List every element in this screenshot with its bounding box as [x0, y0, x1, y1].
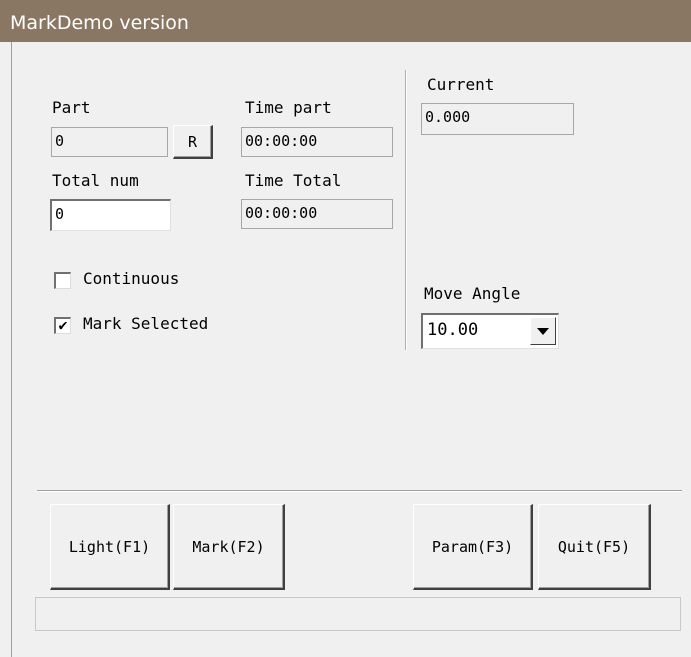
quit-button[interactable]: Quit(F5) — [538, 504, 651, 590]
title-bar: MarkDemo version — [0, 0, 691, 42]
status-bar — [35, 597, 681, 631]
mark-selected-checkbox[interactable]: ✔ — [54, 317, 71, 334]
vertical-divider — [405, 70, 406, 350]
checkmark-icon: ✔ — [58, 316, 68, 334]
main-window: MarkDemo version Part 0 R Time part 00:0… — [0, 0, 691, 657]
current-label: Current — [427, 75, 495, 94]
current-field: 0.000 — [421, 103, 574, 135]
horizontal-divider — [37, 490, 682, 491]
move-angle-label: Move Angle — [424, 284, 521, 303]
total-num-input[interactable]: 0 — [50, 199, 171, 231]
move-angle-value: 10.00 — [427, 320, 479, 340]
light-button[interactable]: Light(F1) — [50, 504, 170, 590]
time-total-field: 00:00:00 — [241, 199, 393, 229]
time-total-label: Time Total — [245, 171, 342, 190]
continuous-checkbox[interactable] — [54, 272, 71, 289]
reset-part-button[interactable]: R — [173, 125, 213, 159]
mark-selected-label: Mark Selected — [83, 314, 209, 333]
continuous-label: Continuous — [83, 269, 180, 288]
chevron-down-icon — [537, 327, 549, 335]
part-label: Part — [52, 98, 91, 117]
time-part-field: 00:00:00 — [241, 127, 393, 157]
dropdown-button[interactable] — [530, 317, 556, 345]
move-angle-dropdown[interactable]: 10.00 — [421, 313, 559, 349]
param-button[interactable]: Param(F3) — [413, 504, 533, 590]
window-left-border — [11, 42, 12, 657]
part-field: 0 — [51, 127, 168, 157]
mark-button[interactable]: Mark(F2) — [173, 504, 285, 590]
time-part-label: Time part — [245, 98, 332, 117]
total-num-label: Total num — [52, 171, 139, 190]
